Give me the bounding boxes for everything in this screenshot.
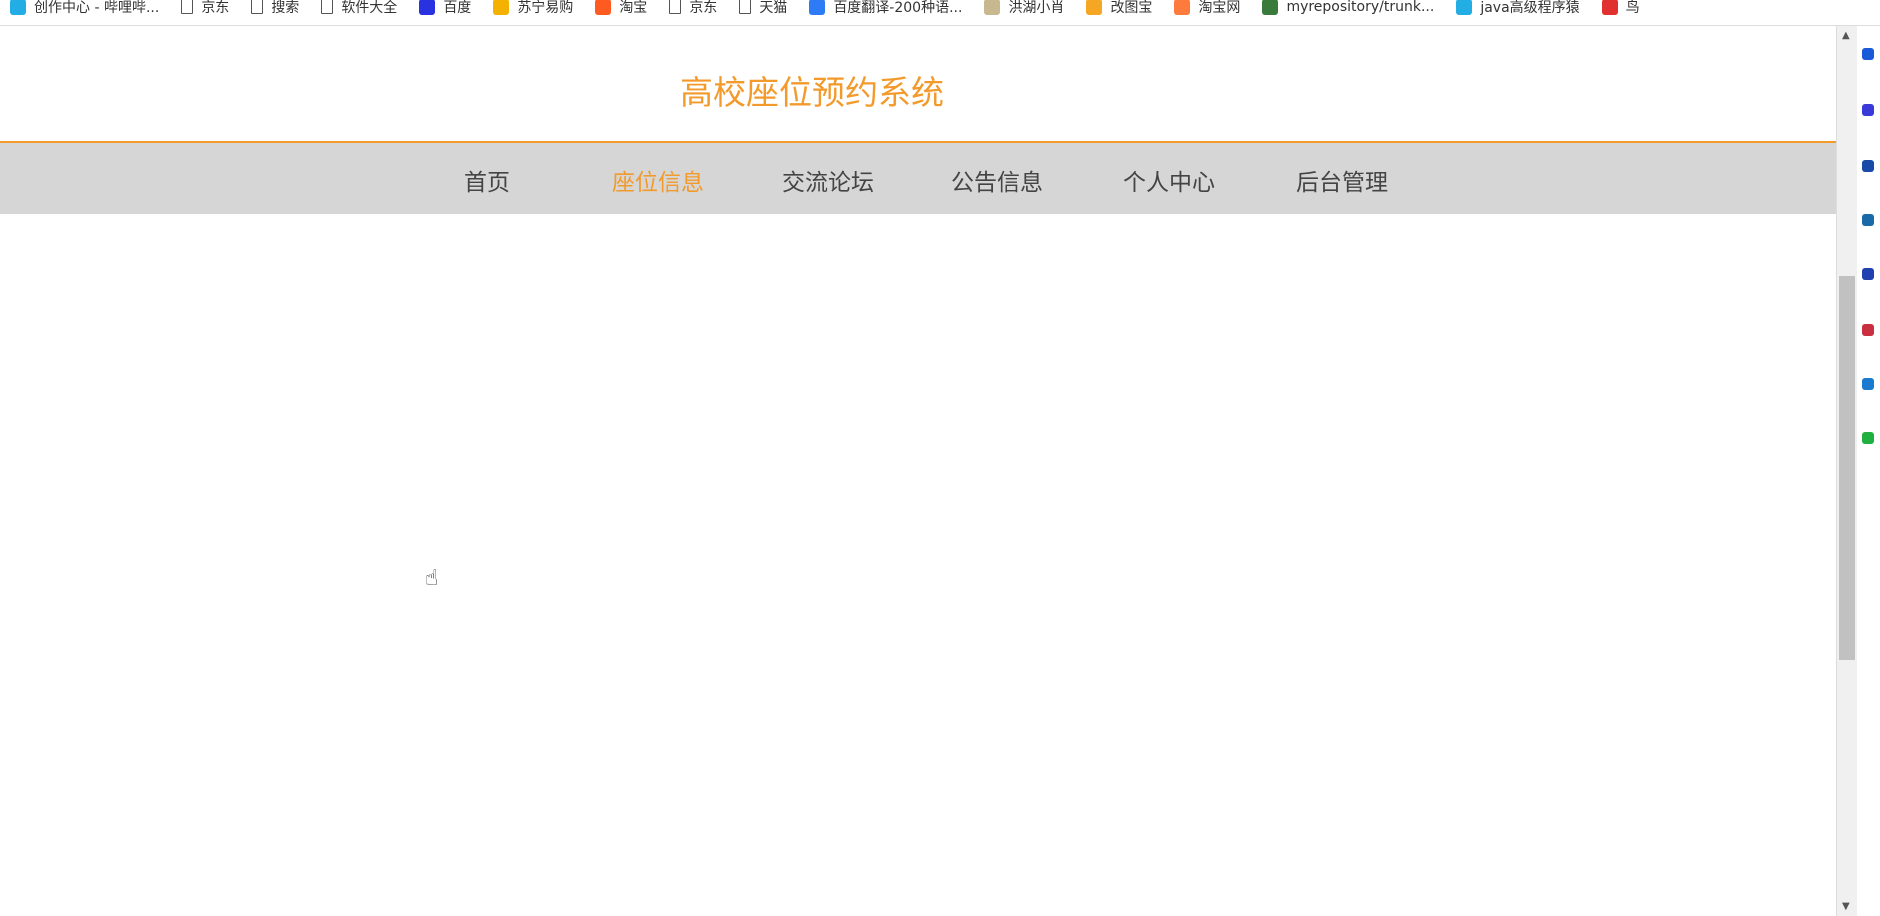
- bookmark-item[interactable]: 百度: [419, 0, 471, 17]
- bookmark-label: 洪湖小肖: [1008, 0, 1065, 16]
- bookmark-item[interactable]: 淘宝: [595, 0, 647, 17]
- bookmark-item[interactable]: 淘宝网: [1174, 0, 1240, 17]
- bookmark-label: 改图宝: [1110, 0, 1153, 16]
- bookmark-label: 软件大全: [341, 0, 398, 16]
- bookmark-item[interactable]: myrepository/trunk...: [1262, 0, 1434, 15]
- suning-icon: [493, 0, 510, 15]
- sidebar-app-icon[interactable]: [1862, 48, 1874, 60]
- taobao-icon: [595, 0, 612, 15]
- sidebar-app-icon[interactable]: [1862, 104, 1874, 116]
- nav-forum[interactable]: 交流论坛: [782, 163, 874, 197]
- bookmark-label: java高级程序猿: [1480, 0, 1580, 16]
- nav-seat-info[interactable]: 座位信息: [612, 163, 704, 197]
- baidu-icon: [419, 0, 436, 15]
- bookmark-item[interactable]: java高级程序猿: [1456, 0, 1580, 17]
- bookmark-label: 创作中心 - 哔哩哔...: [34, 0, 160, 16]
- bookmark-label: 天猫: [759, 0, 788, 16]
- bookmark-item[interactable]: 改图宝: [1086, 0, 1152, 17]
- sidebar-app-icon[interactable]: [1862, 268, 1874, 280]
- bookmark-item[interactable]: 软件大全: [321, 0, 397, 17]
- bookmark-item[interactable]: 京东: [669, 0, 717, 17]
- bookmark-label: 百度翻译-200种语...: [833, 0, 963, 16]
- bookmark-label: myrepository/trunk...: [1286, 0, 1435, 15]
- page-icon: [251, 0, 264, 14]
- nav-announcements[interactable]: 公告信息: [951, 163, 1043, 197]
- bookmark-label: 百度: [443, 0, 472, 16]
- page-icon: [739, 0, 752, 14]
- bookmark-item[interactable]: 搜索: [251, 0, 299, 17]
- page-icon: [181, 0, 194, 14]
- nav-admin[interactable]: 后台管理: [1296, 163, 1388, 197]
- bookmark-item[interactable]: 苏宁易购: [493, 0, 573, 17]
- bookmark-item[interactable]: 洪湖小肖: [984, 0, 1064, 17]
- browser-sidebar: [1857, 26, 1880, 916]
- gaitubao-icon: [1086, 0, 1103, 15]
- bookmark-label: 鸟: [1625, 0, 1640, 16]
- avatar-icon: [984, 0, 1001, 15]
- bookmark-item[interactable]: 天猫: [739, 0, 787, 17]
- bookmark-label: 京东: [201, 0, 230, 16]
- vertical-scrollbar[interactable]: ▲ ▼: [1836, 26, 1857, 916]
- sidebar-app-icon[interactable]: [1862, 214, 1874, 226]
- bookmark-label: 搜索: [271, 0, 300, 16]
- bookmark-item[interactable]: 鸟: [1601, 0, 1640, 17]
- bookmark-item[interactable]: 创作中心 - 哔哩哔...: [10, 0, 159, 17]
- scroll-up-icon[interactable]: ▲: [1842, 30, 1850, 41]
- sidebar-app-icon[interactable]: [1862, 160, 1874, 172]
- translate-icon: [809, 0, 826, 15]
- bookmark-label: 淘宝网: [1198, 0, 1241, 16]
- sidebar-app-icon[interactable]: [1862, 432, 1874, 444]
- sidebar-app-icon[interactable]: [1862, 378, 1874, 390]
- hand-cursor-icon: ☝: [425, 566, 439, 591]
- bookmarks-bar: 创作中心 - 哔哩哔... 京东 搜索 软件大全 百度 苏宁易购 淘宝 京东 天猫 百度翻译-20…: [0, 0, 1880, 26]
- page: 高校座位预约系统 首页 座位信息 交流论坛 公告信息 个人中心 后台管理: [0, 26, 1836, 916]
- scrollbar-thumb[interactable]: [1839, 276, 1855, 660]
- bird-icon: [1601, 0, 1618, 15]
- bilibili-icon: [10, 0, 26, 15]
- nav-home[interactable]: 首页: [464, 163, 510, 197]
- bookmark-item[interactable]: 百度翻译-200种语...: [809, 0, 962, 17]
- page-icon: [321, 0, 334, 14]
- nav-personal-center[interactable]: 个人中心: [1123, 163, 1215, 197]
- main-nav: 首页 座位信息 交流论坛 公告信息 个人中心 后台管理: [0, 141, 1836, 214]
- bookmark-label: 淘宝: [619, 0, 648, 16]
- bookmark-label: 京东: [689, 0, 718, 16]
- bilibili-icon: [1456, 0, 1473, 15]
- taobao-icon: [1174, 0, 1191, 15]
- sidebar-app-icon[interactable]: [1862, 324, 1874, 336]
- site-title: 高校座位预约系统: [680, 73, 944, 112]
- scroll-down-icon[interactable]: ▼: [1842, 901, 1850, 912]
- repo-icon: [1262, 0, 1279, 15]
- bookmark-item[interactable]: 京东: [181, 0, 229, 17]
- page-icon: [669, 0, 682, 14]
- bookmark-label: 苏宁易购: [517, 0, 574, 16]
